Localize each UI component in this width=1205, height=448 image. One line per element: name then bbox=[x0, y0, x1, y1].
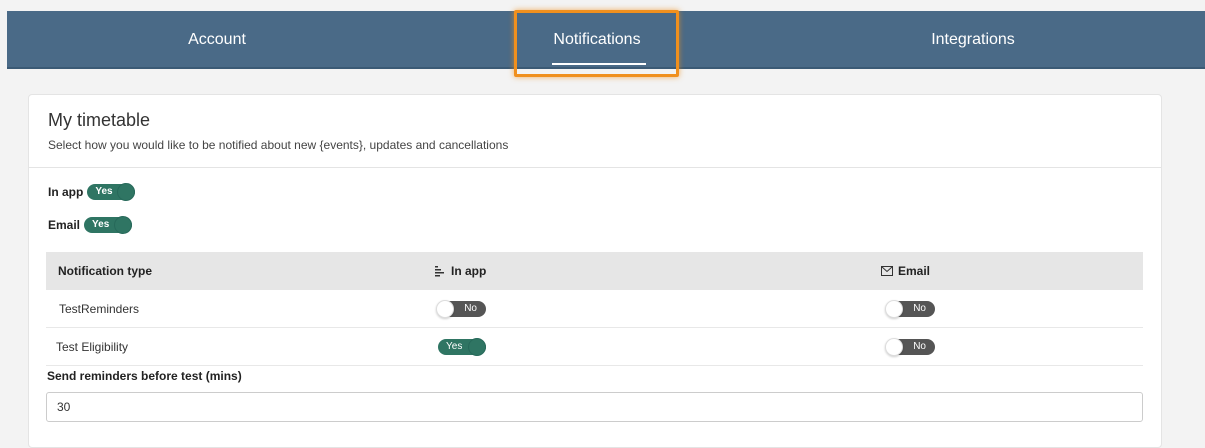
reminder-minutes-input[interactable] bbox=[46, 392, 1143, 422]
tab-integrations[interactable]: Integrations bbox=[773, 11, 1173, 69]
header-email: Email bbox=[881, 252, 930, 290]
toggle-state: No bbox=[464, 303, 477, 314]
card-subtitle: Select how you would like to be notified… bbox=[48, 138, 509, 152]
notification-table: Notification type In app Email TestRemin… bbox=[46, 252, 1143, 366]
header-notification-type-label: Notification type bbox=[58, 264, 153, 278]
toggle-knob bbox=[468, 338, 486, 356]
test-reminders-email-toggle[interactable]: No bbox=[885, 300, 935, 318]
active-tab-indicator bbox=[552, 63, 646, 65]
reminder-minutes-label: Send reminders before test (mins) bbox=[47, 369, 242, 383]
list-icon bbox=[435, 266, 444, 277]
email-channel-state: Yes bbox=[92, 219, 110, 230]
email-channel-row: Email Yes bbox=[48, 216, 133, 234]
tab-account-label: Account bbox=[188, 31, 246, 48]
in-app-channel-row: In app Yes bbox=[48, 183, 136, 201]
header-email-label: Email bbox=[898, 264, 931, 278]
in-app-channel-toggle[interactable]: Yes bbox=[87, 183, 136, 201]
toggle-knob bbox=[436, 300, 454, 318]
header-in-app: In app bbox=[434, 252, 486, 290]
toggle-state: Yes bbox=[446, 341, 463, 352]
test-eligibility-in-app-toggle[interactable]: Yes bbox=[438, 338, 486, 356]
table-row: TestReminders No No bbox=[46, 290, 1143, 328]
in-app-channel-label: In app bbox=[48, 185, 84, 199]
toggle-knob bbox=[885, 338, 903, 356]
notification-type-cell: TestReminders bbox=[59, 302, 140, 316]
in-app-channel-state: Yes bbox=[95, 186, 113, 197]
header-in-app-label: In app bbox=[451, 264, 487, 278]
toggle-knob bbox=[885, 300, 903, 318]
table-row: Test Eligibility Yes No bbox=[46, 328, 1143, 366]
card-header: My timetable Select how you would like t… bbox=[29, 95, 1161, 168]
email-channel-label: Email bbox=[48, 218, 81, 232]
tab-integrations-label: Integrations bbox=[931, 31, 1015, 48]
toggle-state: No bbox=[913, 303, 926, 314]
card-title: My timetable bbox=[48, 110, 151, 130]
notification-type-cell: Test Eligibility bbox=[56, 340, 129, 354]
toggle-state: No bbox=[913, 341, 926, 352]
test-eligibility-email-toggle[interactable]: No bbox=[885, 338, 935, 356]
toggle-knob bbox=[114, 216, 133, 234]
table-header-row: Notification type In app Email bbox=[46, 252, 1143, 290]
header-notification-type: Notification type bbox=[58, 252, 152, 290]
email-channel-toggle[interactable]: Yes bbox=[84, 216, 133, 234]
top-navbar: Account Notifications Integrations bbox=[7, 11, 1205, 69]
test-reminders-in-app-toggle[interactable]: No bbox=[436, 300, 486, 318]
tab-account[interactable]: Account bbox=[7, 11, 427, 69]
tab-notifications[interactable]: Notifications bbox=[517, 11, 677, 69]
timetable-card: My timetable Select how you would like t… bbox=[28, 94, 1162, 448]
tab-notifications-label: Notifications bbox=[553, 31, 641, 48]
toggle-knob bbox=[117, 183, 136, 201]
envelope-icon bbox=[881, 266, 893, 276]
